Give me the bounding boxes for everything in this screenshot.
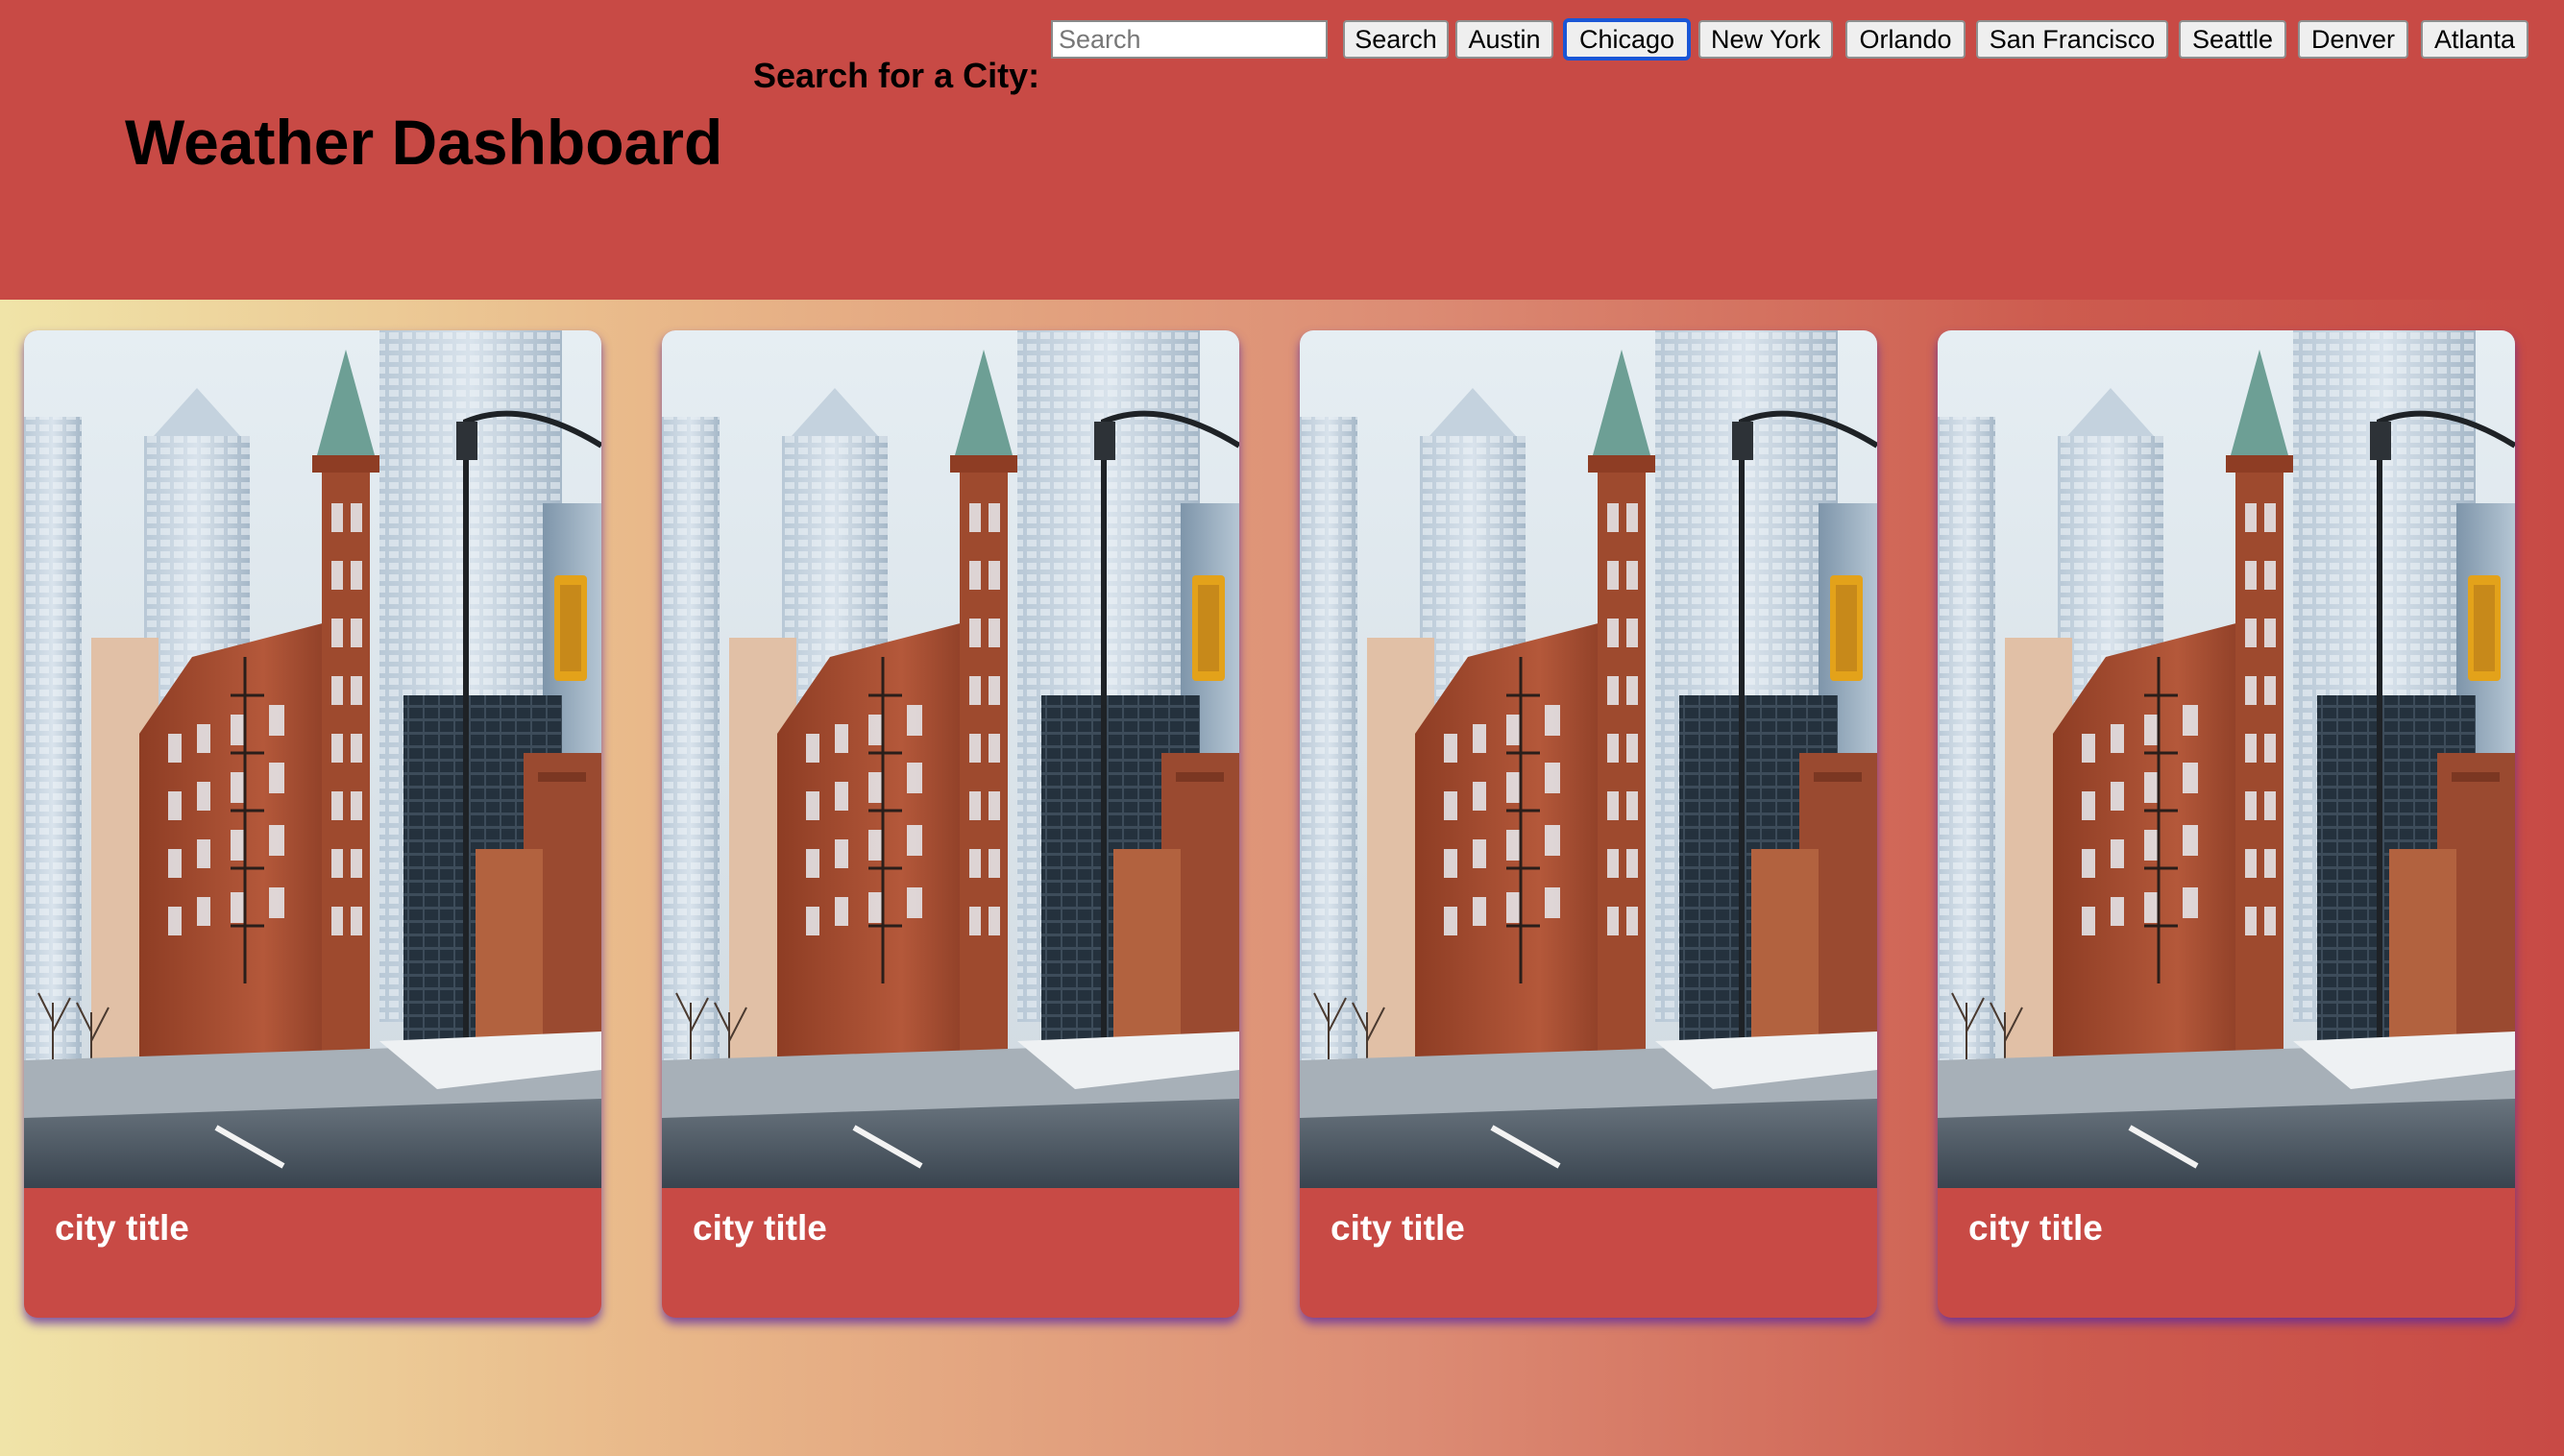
- city-card: city title: [24, 330, 601, 1318]
- city-photo: [662, 330, 1239, 1188]
- city-photo: [1938, 330, 2515, 1188]
- card-title: city title: [55, 1208, 189, 1248]
- city-button-atlanta[interactable]: Atlanta: [2421, 20, 2528, 59]
- search-button[interactable]: Search: [1343, 20, 1449, 59]
- city-button-denver[interactable]: Denver: [2298, 20, 2408, 59]
- header-bar: Weather Dashboard Search for a City: Sea…: [0, 0, 2564, 300]
- city-photo: [1300, 330, 1877, 1188]
- card-title: city title: [1968, 1208, 2103, 1248]
- card-title: city title: [1331, 1208, 1465, 1248]
- city-button-san-francisco[interactable]: San Francisco: [1976, 20, 2168, 59]
- city-card: city title: [1938, 330, 2515, 1318]
- search-label: Search for a City:: [753, 56, 1040, 95]
- page-title: Weather Dashboard: [125, 107, 723, 178]
- card-title: city title: [693, 1208, 827, 1248]
- city-button-austin[interactable]: Austin: [1455, 20, 1553, 59]
- city-photo: [24, 330, 601, 1188]
- city-button-new-york[interactable]: New York: [1698, 20, 1833, 59]
- city-button-seattle[interactable]: Seattle: [2179, 20, 2286, 59]
- search-input[interactable]: [1051, 20, 1328, 59]
- city-card: city title: [1300, 330, 1877, 1318]
- city-card: city title: [662, 330, 1239, 1318]
- city-button-orlando[interactable]: Orlando: [1845, 20, 1966, 59]
- city-button-chicago[interactable]: Chicago: [1563, 18, 1691, 61]
